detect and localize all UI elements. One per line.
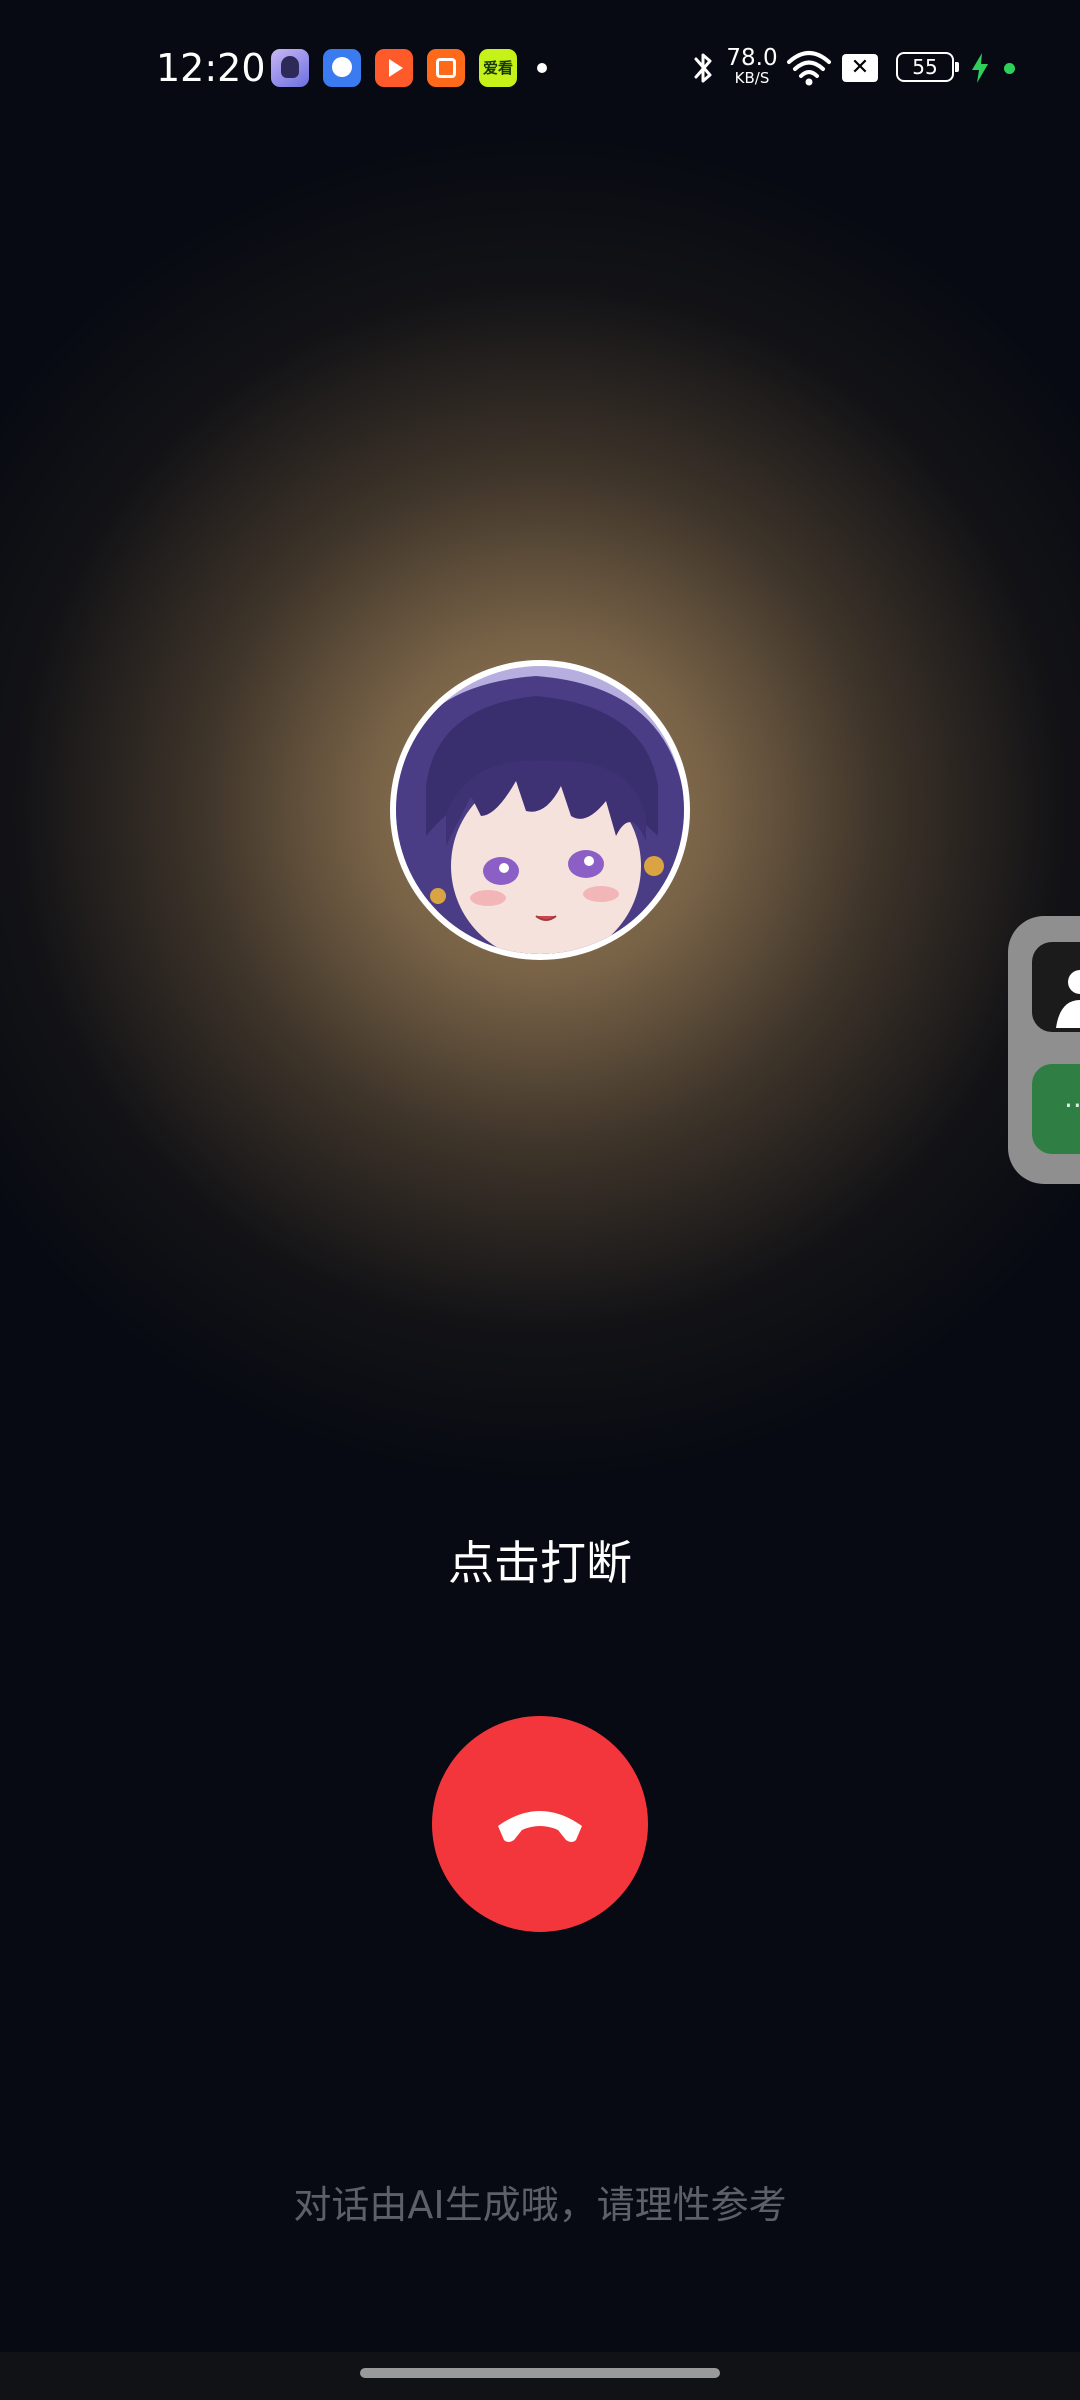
bluetooth-icon xyxy=(694,53,712,83)
user-edit-icon xyxy=(1056,970,1080,1028)
battery-icon: 55 xyxy=(896,52,959,82)
network-speed-unit: KB/S xyxy=(734,69,770,87)
charging-icon xyxy=(972,53,988,83)
hangup-button[interactable] xyxy=(432,1716,648,1932)
sim-icon: ✕ xyxy=(842,54,878,82)
character-avatar[interactable] xyxy=(390,660,690,960)
phone-hangup-icon xyxy=(498,1811,582,1842)
ai-disclaimer: 对话由AI生成哦，请理性参考 xyxy=(293,2183,787,2227)
floating-panel-button-1[interactable] xyxy=(1032,942,1080,1032)
floating-panel-button-2[interactable]: ·· xyxy=(1032,1064,1080,1154)
network-speed: 78.0 KB/S xyxy=(726,46,778,86)
system-status: 78.0 KB/S ✕ 55 xyxy=(690,44,1030,92)
home-indicator[interactable] xyxy=(360,2368,720,2378)
wifi-icon xyxy=(787,51,831,86)
more-notifications-dot xyxy=(537,63,547,73)
interrupt-prompt[interactable]: 点击打断 xyxy=(240,1535,840,1591)
character-avatar-image xyxy=(396,666,684,954)
floating-tool-panel[interactable]: ·· xyxy=(1008,916,1080,1184)
call-screen: 12:20 爱看 78.0 KB/S ✕ 55 · 点击打断 对话由AI生成哦，… xyxy=(0,0,1080,2400)
app-icon-kuaishou xyxy=(427,49,465,87)
status-bar: 12:20 爱看 78.0 KB/S ✕ 55 xyxy=(0,0,1080,136)
app-icon-avatar-app xyxy=(271,49,309,87)
status-time: 12:20 xyxy=(156,46,266,90)
privacy-indicator-dot xyxy=(1004,63,1015,74)
network-speed-value: 78.0 xyxy=(726,45,778,71)
app-icon-video-player xyxy=(375,49,413,87)
app-icon-baidu xyxy=(323,49,361,87)
notification-icons: 爱看 xyxy=(271,49,547,87)
app-icon-aikan: 爱看 xyxy=(479,49,517,87)
